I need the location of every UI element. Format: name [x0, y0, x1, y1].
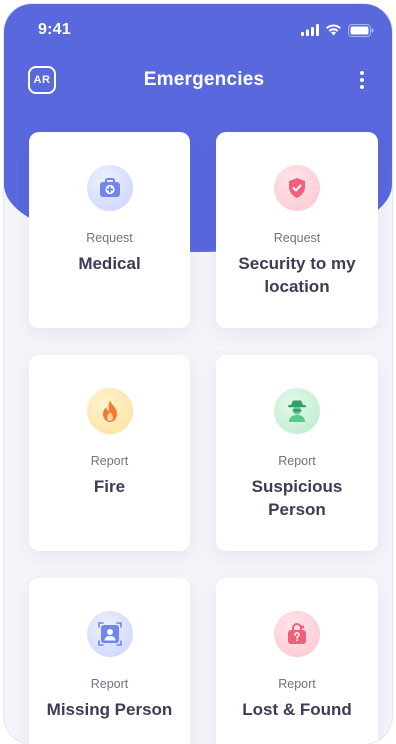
- page-title: Emergencies: [143, 69, 265, 90]
- more-options-button[interactable]: [352, 66, 372, 94]
- card-title: Missing Person: [46, 700, 173, 719]
- lost-bag-icon: [274, 611, 320, 657]
- missing-person-icon: [86, 611, 133, 657]
- battery-icon: [348, 23, 374, 37]
- more-vertical-icon: [360, 71, 364, 75]
- medical-kit-icon: [86, 165, 133, 211]
- status-time: 9:41: [38, 21, 71, 38]
- ar-button[interactable]: AR: [28, 66, 56, 94]
- card-suspicious-person[interactable]: Report Suspicious Person: [216, 355, 378, 551]
- navbar: AR Emergencies: [4, 60, 392, 100]
- ar-label: AR: [33, 74, 51, 86]
- wifi-icon: [326, 24, 341, 36]
- card-action-label: Report: [278, 454, 316, 468]
- card-action-label: Report: [278, 677, 316, 691]
- emergency-grid: Request Medical Request Security to my l…: [29, 132, 378, 744]
- card-missing-person[interactable]: Report Missing Person: [29, 578, 190, 744]
- phone-screen: 9:41 AR Emergencies Request Medical Requ…: [4, 4, 392, 744]
- card-title: Suspicious Person: [251, 477, 343, 519]
- card-title: Security to my location: [238, 254, 356, 296]
- signal-icon: [301, 24, 319, 36]
- card-title: Lost & Found: [242, 700, 352, 719]
- card-action-label: Report: [90, 454, 129, 468]
- fire-icon: [86, 388, 133, 434]
- card-security[interactable]: Request Security to my location: [216, 132, 378, 328]
- card-title: Fire: [93, 477, 126, 496]
- status-bar: 9:41: [4, 4, 392, 56]
- card-fire[interactable]: Report Fire: [29, 355, 190, 551]
- card-medical[interactable]: Request Medical: [29, 132, 190, 328]
- card-action-label: Request: [273, 231, 321, 245]
- shield-icon: [274, 165, 320, 211]
- suspicious-person-icon: [274, 388, 320, 434]
- status-icons: [301, 23, 374, 37]
- card-action-label: Report: [90, 677, 129, 691]
- card-title: Medical: [78, 254, 141, 273]
- card-lost-and-found[interactable]: Report Lost & Found: [216, 578, 378, 744]
- card-action-label: Request: [86, 231, 133, 245]
